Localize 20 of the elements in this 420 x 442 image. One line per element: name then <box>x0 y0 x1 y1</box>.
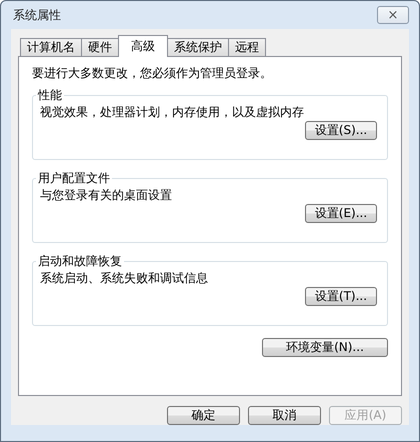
group-title: 性能 <box>36 87 63 104</box>
group-title: 用户配置文件 <box>37 170 111 187</box>
tab[interactable]: 高级 <box>118 35 168 57</box>
tab[interactable]: 系统保护 <box>167 38 229 56</box>
admin-notice: 要进行大多数更改，您必须作为管理员登录。 <box>32 65 273 82</box>
settings-button[interactable]: 设置(E)... <box>305 204 377 223</box>
tab[interactable]: 硬件 <box>81 38 119 56</box>
dialog-button[interactable]: 确定 <box>167 406 240 425</box>
close-button[interactable]: ⨯ <box>377 6 409 24</box>
tab[interactable]: 远程 <box>228 38 266 56</box>
window-title: 系统属性 <box>12 6 61 24</box>
environment-variables-button[interactable]: 环境变量(N)... <box>262 338 388 357</box>
group-description: 与您登录有关的桌面设置 <box>40 187 173 204</box>
group-title: 启动和故障恢复 <box>37 253 123 270</box>
dialog-button[interactable]: 取消 <box>248 406 321 425</box>
settings-button[interactable]: 设置(T)... <box>305 287 377 306</box>
group-description: 系统启动、系统失败和调试信息 <box>40 270 209 287</box>
group-description: 视觉效果，处理器计划，内存使用，以及虚拟内存 <box>40 104 305 121</box>
tab[interactable]: 计算机名 <box>20 38 82 56</box>
settings-button[interactable]: 设置(S)... <box>305 121 377 140</box>
